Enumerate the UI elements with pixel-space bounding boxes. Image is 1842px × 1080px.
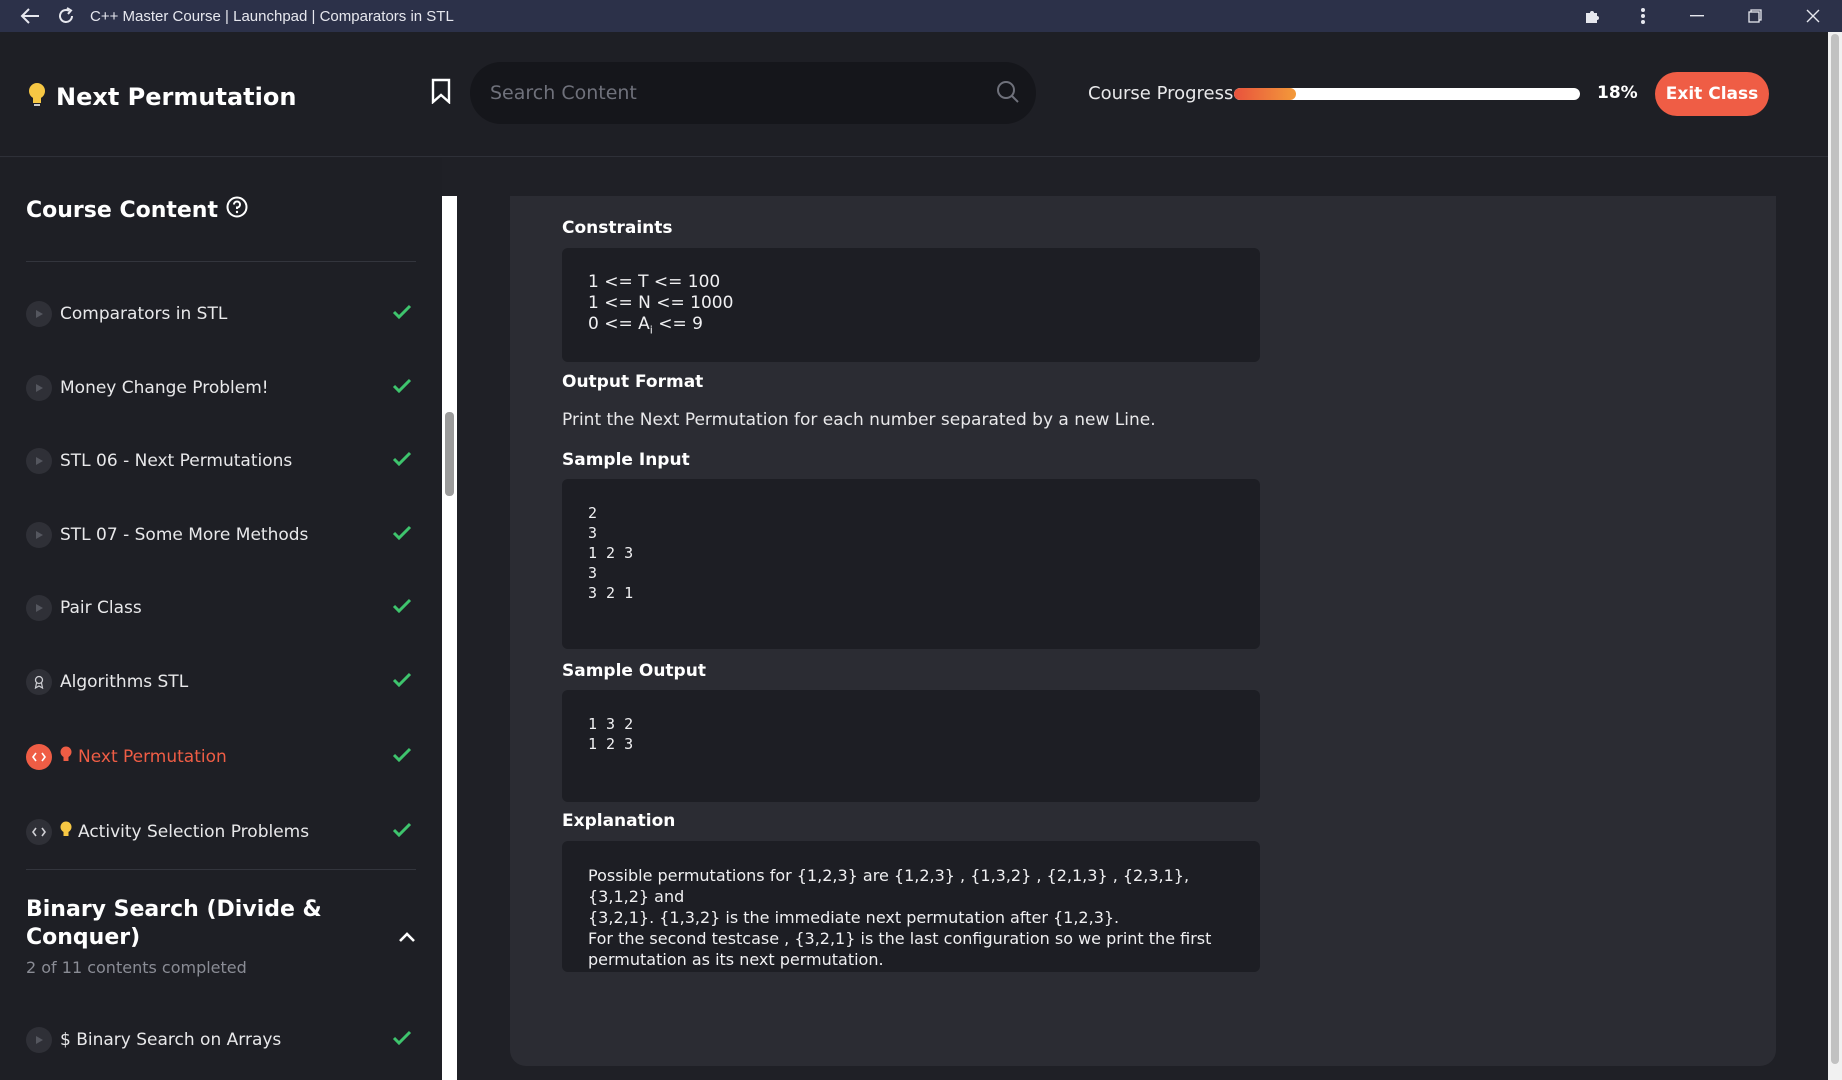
bookmark-icon[interactable] xyxy=(430,78,454,108)
sample-input-heading: Sample Input xyxy=(562,450,690,470)
minimize-icon[interactable] xyxy=(1668,0,1726,32)
sidebar-item-label: Activity Selection Problems xyxy=(60,821,309,844)
sidebar-item-label: Money Change Problem! xyxy=(60,378,269,398)
search-icon[interactable] xyxy=(996,80,1020,108)
check-icon xyxy=(392,822,412,842)
check-icon xyxy=(392,747,412,767)
sample-output-code: 1 3 2 1 2 3 xyxy=(588,715,634,753)
lightbulb-icon xyxy=(60,821,72,844)
sidebar-scrollbar-thumb[interactable] xyxy=(445,412,454,496)
play-icon xyxy=(26,448,52,474)
extensions-puzzle-icon[interactable] xyxy=(1568,0,1618,32)
chevron-up-icon[interactable] xyxy=(398,928,416,947)
course-progress-bar xyxy=(1234,88,1580,100)
sample-input-box: 2 3 1 2 3 3 3 2 1 xyxy=(562,479,1260,649)
back-arrow-icon[interactable] xyxy=(12,0,48,32)
constraint-line: 0 <= Ai <= 9 xyxy=(588,314,1234,340)
lightbulb-icon xyxy=(60,746,72,769)
app-header: Next Permutation Course Progress 18% Exi… xyxy=(0,32,1828,157)
sidebar-item-activity-selection[interactable]: Activity Selection Problems xyxy=(26,812,418,852)
sidebar-item-label: Pair Class xyxy=(60,598,142,618)
sample-output-heading: Sample Output xyxy=(562,661,706,681)
more-vertical-icon[interactable] xyxy=(1618,0,1668,32)
search-bar xyxy=(470,62,1036,124)
problem-content-panel: Constraints 1 <= T <= 100 1 <= N <= 1000… xyxy=(510,196,1776,1066)
lightbulb-icon xyxy=(28,82,46,112)
course-content-title: Course Content xyxy=(26,197,218,223)
course-sidebar: Course Content Comparators in STL Money … xyxy=(0,158,442,1080)
browser-title-bar: C++ Master Course | Launchpad | Comparat… xyxy=(0,0,1842,32)
check-icon xyxy=(392,378,412,398)
sidebar-divider xyxy=(26,869,416,870)
course-progress-fill xyxy=(1234,88,1297,100)
section-title[interactable]: Binary Search (Divide & Conquer) xyxy=(26,896,326,952)
sidebar-item-label: Comparators in STL xyxy=(60,304,228,324)
sample-output-box: 1 3 2 1 2 3 xyxy=(562,690,1260,802)
check-icon xyxy=(392,451,412,471)
play-icon xyxy=(26,522,52,548)
sidebar-item-stl07[interactable]: STL 07 - Some More Methods xyxy=(26,515,418,555)
output-format-text: Print the Next Permutation for each numb… xyxy=(562,410,1156,430)
constraints-box: 1 <= T <= 100 1 <= N <= 1000 0 <= Ai <= … xyxy=(562,248,1260,362)
constraint-text: 0 <= A xyxy=(588,314,650,334)
check-icon xyxy=(392,525,412,545)
sidebar-item-label: Algorithms STL xyxy=(60,672,189,692)
explanation-line: Possible permutations for {1,2,3} are {1… xyxy=(588,866,1190,906)
sidebar-scrollbar[interactable] xyxy=(442,196,457,1080)
constraints-heading: Constraints xyxy=(562,218,673,238)
explanation-box: Possible permutations for {1,2,3} are {1… xyxy=(562,841,1260,972)
search-input[interactable] xyxy=(490,62,970,124)
explanation-heading: Explanation xyxy=(562,811,676,831)
sidebar-item-label: Next Permutation xyxy=(60,746,227,769)
reload-icon[interactable] xyxy=(48,0,84,32)
window-title: C++ Master Course | Launchpad | Comparat… xyxy=(90,7,454,25)
check-icon xyxy=(392,672,412,692)
sidebar-item-next-permutation[interactable]: Next Permutation xyxy=(26,737,418,777)
sidebar-item-text: Activity Selection Problems xyxy=(78,822,310,842)
course-content-heading: Course Content xyxy=(26,196,248,224)
explanation-line: {3,2,1}. {1,3,2} is the immediate next p… xyxy=(588,908,1120,927)
check-icon xyxy=(392,1030,412,1050)
sidebar-item-pair-class[interactable]: Pair Class xyxy=(26,588,418,628)
constraint-line: 1 <= T <= 100 xyxy=(588,272,721,292)
sidebar-item-algorithms[interactable]: Algorithms STL xyxy=(26,662,418,702)
sidebar-item-label: STL 06 - Next Permutations xyxy=(60,451,293,471)
explanation-line: permutation as its next permutation. xyxy=(588,950,884,969)
sidebar-item-comparators[interactable]: Comparators in STL xyxy=(26,294,418,334)
sidebar-divider xyxy=(26,261,416,262)
explanation-line: For the second testcase , {3,2,1} is the… xyxy=(588,929,1212,948)
sidebar-item-money-change[interactable]: Money Change Problem! xyxy=(26,368,418,408)
sidebar-item-stl06[interactable]: STL 06 - Next Permutations xyxy=(26,441,418,481)
sidebar-item-label: STL 07 - Some More Methods xyxy=(60,525,309,545)
check-icon xyxy=(392,304,412,324)
constraint-line: 1 <= N <= 1000 xyxy=(588,293,734,313)
help-circle-icon[interactable] xyxy=(226,196,248,224)
award-icon xyxy=(26,669,52,695)
sidebar-item-binary-search-arrays[interactable]: $ Binary Search on Arrays xyxy=(26,1020,418,1060)
output-format-heading: Output Format xyxy=(562,372,704,392)
play-icon xyxy=(26,375,52,401)
play-icon xyxy=(26,1027,52,1053)
page-heading: Next Permutation xyxy=(28,82,296,112)
sidebar-item-label: $ Binary Search on Arrays xyxy=(60,1030,282,1050)
restore-icon[interactable] xyxy=(1726,0,1784,32)
exit-class-button[interactable]: Exit Class xyxy=(1655,72,1769,116)
constraint-text: <= 9 xyxy=(652,314,703,334)
sample-input-code: 2 3 1 2 3 3 3 2 1 xyxy=(588,504,634,602)
close-icon[interactable] xyxy=(1784,0,1842,32)
play-icon xyxy=(26,595,52,621)
course-progress-percent: 18% xyxy=(1597,83,1638,103)
code-icon xyxy=(26,819,52,845)
code-icon xyxy=(26,744,52,770)
section-progress-text: 2 of 11 contents completed xyxy=(26,958,247,977)
sidebar-item-text: Next Permutation xyxy=(78,747,227,767)
course-progress-label: Course Progress xyxy=(1088,83,1234,104)
page-title: Next Permutation xyxy=(56,83,297,111)
check-icon xyxy=(392,598,412,618)
play-icon xyxy=(26,301,52,327)
window-scrollbar-thumb[interactable] xyxy=(1831,34,1839,1064)
